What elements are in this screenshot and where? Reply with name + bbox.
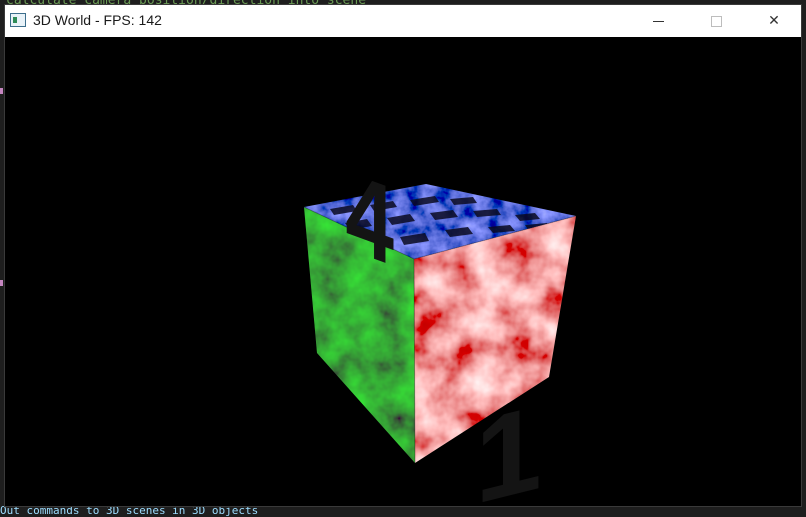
cube-label-right: 1 [475, 379, 542, 506]
minimize-button[interactable] [635, 5, 681, 37]
close-button[interactable]: ✕ [751, 5, 797, 37]
minimize-icon [652, 20, 664, 22]
app-window-icon [10, 13, 26, 27]
gutter-mark [0, 280, 3, 286]
window-title: 3D World - FPS: 142 [33, 12, 162, 28]
cube-scene: 4 1 [303, 147, 577, 506]
title-bar[interactable]: 3D World - FPS: 142 ✕ [5, 5, 801, 37]
maximize-button[interactable] [693, 5, 739, 37]
render-viewport[interactable]: 4 1 [5, 37, 801, 506]
cube-label-left: 4 [345, 147, 394, 290]
app-window: 3D World - FPS: 142 ✕ 4 1 [4, 4, 802, 507]
maximize-icon [710, 15, 722, 27]
gutter-mark [0, 88, 3, 94]
close-icon: ✕ [768, 13, 780, 29]
